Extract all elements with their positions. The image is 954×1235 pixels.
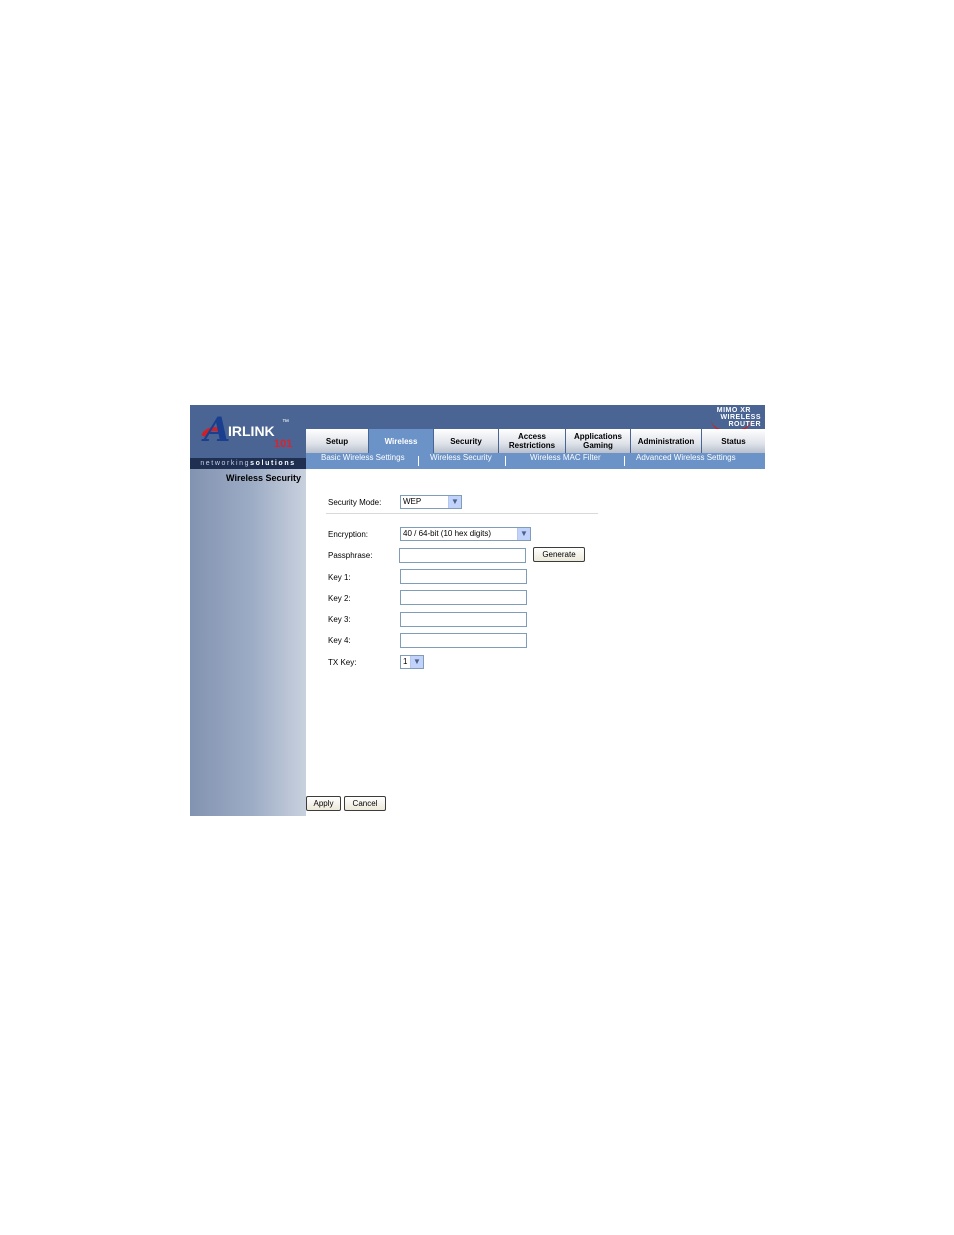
encryption-label: Encryption: bbox=[328, 530, 369, 539]
subtab-wireless-mac-filter[interactable]: Wireless MAC Filter bbox=[530, 453, 601, 469]
tagline: networkingsolutions bbox=[190, 458, 306, 469]
key2-label: Key 2: bbox=[328, 594, 351, 603]
passphrase-input[interactable] bbox=[399, 548, 526, 563]
tx-key-value: 1 bbox=[403, 657, 408, 666]
tab-access-restrictions[interactable]: Access Restrictions bbox=[498, 429, 565, 453]
subtab-basic-wireless-settings[interactable]: Basic Wireless Settings bbox=[321, 453, 405, 469]
tx-key-label: TX Key: bbox=[328, 658, 357, 667]
security-mode-select[interactable]: WEP ▼ bbox=[400, 495, 462, 509]
key3-label: Key 3: bbox=[328, 615, 351, 624]
subtab-separator bbox=[505, 456, 506, 466]
encryption-select[interactable]: 40 / 64-bit (10 hex digits) ▼ bbox=[400, 527, 531, 541]
airlink-logo: A IRLINK ™ 101 bbox=[190, 405, 306, 461]
subtab-separator bbox=[418, 456, 419, 466]
key2-input[interactable] bbox=[400, 590, 527, 605]
security-mode-value: WEP bbox=[403, 497, 422, 506]
security-mode-label: Security Mode: bbox=[328, 498, 382, 507]
logo-trademark: ™ bbox=[282, 419, 289, 426]
encryption-value: 40 / 64-bit (10 hex digits) bbox=[403, 529, 492, 538]
main-tabs: Setup Wireless Security Access Restricti… bbox=[306, 429, 765, 453]
main-content: Security Mode: WEP ▼ Encryption: 40 / 64… bbox=[306, 469, 765, 816]
tx-key-select[interactable]: 1 ▼ bbox=[400, 655, 424, 669]
subtab-wireless-security[interactable]: Wireless Security bbox=[430, 453, 492, 469]
sidebar-title: Wireless Security bbox=[226, 473, 301, 483]
chevron-down-icon[interactable]: ▼ bbox=[448, 496, 461, 508]
key1-input[interactable] bbox=[400, 569, 527, 584]
cancel-button[interactable]: Cancel bbox=[344, 796, 386, 811]
tab-administration[interactable]: Administration bbox=[630, 429, 701, 453]
chevron-down-icon[interactable]: ▼ bbox=[410, 656, 423, 668]
sidebar: Wireless Security bbox=[190, 469, 306, 816]
tagline-prefix: networking bbox=[200, 460, 251, 467]
divider bbox=[326, 513, 598, 514]
tab-wireless[interactable]: Wireless bbox=[368, 429, 433, 453]
sub-tabs: Basic Wireless Settings Wireless Securit… bbox=[306, 453, 765, 469]
subtab-advanced-wireless-settings[interactable]: Advanced Wireless Settings bbox=[636, 453, 736, 469]
key3-input[interactable] bbox=[400, 612, 527, 627]
tab-applications-gaming[interactable]: Applications Gaming bbox=[565, 429, 630, 453]
subtab-separator bbox=[624, 456, 625, 466]
passphrase-label: Passphrase: bbox=[328, 551, 373, 560]
tagline-bold: solutions bbox=[250, 460, 296, 467]
tab-security[interactable]: Security bbox=[433, 429, 498, 453]
generate-button[interactable]: Generate bbox=[533, 547, 585, 562]
logo-letter-a: A bbox=[204, 410, 231, 450]
key4-label: Key 4: bbox=[328, 636, 351, 645]
badge-line1: MIMO XR bbox=[716, 407, 751, 414]
router-admin-window: A IRLINK ™ 101 MIMO XR WIRELESS ROUTER S… bbox=[190, 405, 765, 816]
header: A IRLINK ™ 101 MIMO XR WIRELESS ROUTER S… bbox=[190, 405, 765, 469]
tab-status[interactable]: Status bbox=[701, 429, 765, 453]
apply-button[interactable]: Apply bbox=[306, 796, 341, 811]
mimo-router-badge: MIMO XR WIRELESS ROUTER bbox=[699, 407, 761, 431]
logo-wordmark: IRLINK bbox=[228, 423, 275, 439]
key1-label: Key 1: bbox=[328, 573, 351, 582]
chevron-down-icon[interactable]: ▼ bbox=[517, 528, 530, 540]
tab-setup[interactable]: Setup bbox=[306, 429, 368, 453]
logo-number: 101 bbox=[274, 438, 293, 450]
key4-input[interactable] bbox=[400, 633, 527, 648]
